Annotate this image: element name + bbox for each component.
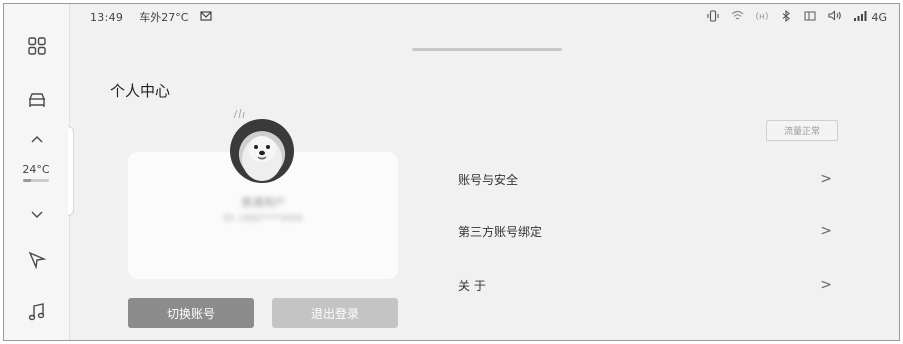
mail-icon[interactable]	[200, 10, 212, 24]
avatar-decoration-icon	[233, 108, 245, 119]
logout-button[interactable]: 退出登录	[272, 298, 398, 328]
menu-item-label: 第三方账号绑定	[458, 224, 543, 239]
menu-item-label: 关 于	[458, 278, 486, 293]
menu-item-about[interactable]: 关 于 >	[458, 270, 838, 300]
volume-icon	[828, 10, 842, 24]
page-title: 个人中心	[110, 82, 171, 100]
temperature-value: 24°C	[22, 163, 50, 176]
network-type: 4G	[871, 10, 887, 24]
switch-account-button[interactable]: 切换账号	[128, 298, 254, 328]
screen-icon	[804, 10, 817, 24]
music-icon[interactable]	[4, 294, 70, 330]
vibrate-icon	[706, 9, 719, 25]
left-dock: 24°C	[4, 4, 70, 340]
chevron-down-icon[interactable]	[4, 200, 70, 230]
apps-grid-icon[interactable]	[4, 28, 70, 64]
data-flow-status-badge: 流量正常	[766, 120, 838, 141]
status-bar: 13:49 车外27°C (ʜ) 4G	[70, 4, 899, 30]
wifi-icon	[731, 10, 744, 24]
menu-item-account-security[interactable]: 账号与安全 >	[458, 164, 838, 194]
avatar[interactable]	[230, 119, 294, 183]
pull-down-handle[interactable]	[412, 48, 562, 51]
hotspot-icon: (ʜ)	[755, 12, 769, 22]
dock-drag-handle[interactable]	[68, 126, 74, 216]
chevron-right-icon: >	[820, 277, 832, 293]
status-icons: (ʜ) 4G	[706, 4, 887, 30]
menu-item-label: 账号与安全	[458, 172, 519, 187]
menu-item-third-party-binding[interactable]: 第三方账号绑定 >	[458, 216, 838, 246]
bluetooth-icon	[780, 9, 792, 25]
chevron-right-icon: >	[820, 171, 832, 187]
screen-frame: 24°C 13:49 车外27°C (ʜ) 4G 个人中心 普通用户 ID: 1…	[3, 3, 900, 341]
navigation-icon[interactable]	[4, 242, 70, 278]
temperature-control[interactable]: 24°C	[10, 163, 62, 197]
car-icon[interactable]	[4, 82, 70, 118]
username: 普通用户	[241, 196, 285, 209]
chevron-right-icon: >	[820, 223, 832, 239]
outside-temperature: 车外27°C	[139, 11, 189, 24]
clock: 13:49	[90, 10, 124, 24]
signal-icon	[854, 10, 867, 24]
chevron-up-icon[interactable]	[4, 124, 70, 154]
user-id: ID: 1882****3456	[223, 214, 303, 224]
temperature-bar	[23, 179, 49, 182]
